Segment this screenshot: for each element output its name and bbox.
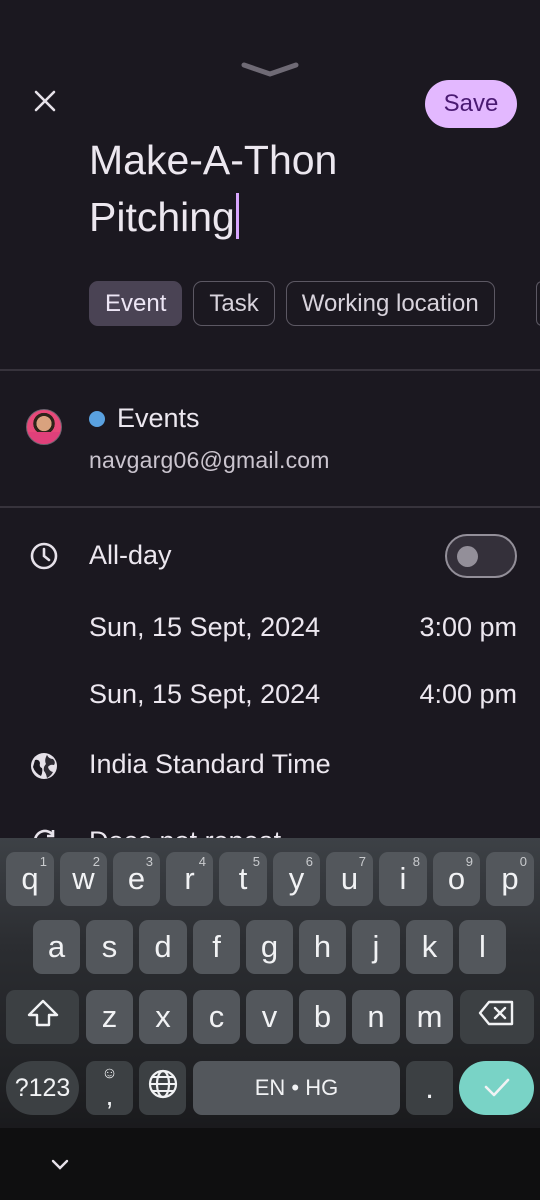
- language-key[interactable]: [139, 1061, 186, 1115]
- backspace-key[interactable]: [460, 990, 534, 1044]
- key-a[interactable]: a: [33, 920, 80, 974]
- space-key[interactable]: EN • HG: [193, 1061, 400, 1115]
- title-line-1: Make-A-Thon: [89, 137, 338, 183]
- enter-check-key[interactable]: [459, 1061, 534, 1115]
- title-line-2: Pitching: [89, 189, 509, 246]
- all-day-label: All-day: [89, 540, 172, 570]
- key-w[interactable]: w2: [60, 852, 107, 906]
- event-type-chips: Event Task Working location: [89, 281, 495, 326]
- start-time[interactable]: 3:00 pm: [419, 612, 517, 643]
- close-button[interactable]: [28, 86, 62, 120]
- toggle-knob: [457, 546, 478, 567]
- key-q[interactable]: q1: [6, 852, 54, 906]
- key-n[interactable]: n: [352, 990, 400, 1044]
- event-title-input[interactable]: Make-A-Thon Pitching: [89, 132, 509, 246]
- divider: [0, 506, 540, 508]
- chip-task[interactable]: Task: [193, 281, 275, 326]
- key-u[interactable]: u7: [326, 852, 373, 906]
- chip-event[interactable]: Event: [89, 281, 183, 326]
- divider: [0, 369, 540, 371]
- key-b[interactable]: b: [299, 990, 346, 1044]
- key-h[interactable]: h: [299, 920, 346, 974]
- timezone-label[interactable]: India Standard Time: [89, 749, 331, 780]
- key-t[interactable]: t5: [219, 852, 267, 906]
- navigation-bar: [0, 1128, 540, 1200]
- backspace-icon: [478, 999, 516, 1035]
- shift-key[interactable]: [6, 990, 79, 1044]
- clock-icon: [29, 541, 59, 571]
- comma-emoji-key[interactable]: ☺ ,: [86, 1061, 133, 1115]
- key-g[interactable]: g: [246, 920, 293, 974]
- save-button[interactable]: Save: [425, 80, 517, 128]
- chip-overflow-edge[interactable]: [536, 281, 540, 326]
- shift-icon: [26, 998, 60, 1036]
- key-y[interactable]: y6: [273, 852, 320, 906]
- avatar: [26, 409, 62, 445]
- period-key[interactable]: .: [406, 1061, 453, 1115]
- end-date[interactable]: Sun, 15 Sept, 2024: [89, 679, 320, 710]
- key-c[interactable]: c: [193, 990, 240, 1044]
- close-icon: [34, 90, 56, 117]
- check-icon: [483, 1070, 511, 1106]
- key-v[interactable]: v: [246, 990, 293, 1044]
- key-m[interactable]: m: [406, 990, 453, 1044]
- end-time[interactable]: 4:00 pm: [419, 679, 517, 710]
- text-cursor: [235, 193, 239, 239]
- key-l[interactable]: l: [459, 920, 506, 974]
- chip-working-location[interactable]: Working location: [285, 281, 495, 326]
- key-s[interactable]: s: [86, 920, 133, 974]
- key-r[interactable]: r4: [166, 852, 213, 906]
- key-f[interactable]: f: [193, 920, 240, 974]
- all-day-toggle[interactable]: [445, 534, 517, 578]
- key-o[interactable]: o9: [433, 852, 480, 906]
- key-z[interactable]: z: [86, 990, 133, 1044]
- key-x[interactable]: x: [139, 990, 187, 1044]
- key-e[interactable]: e3: [113, 852, 160, 906]
- chevron-down-icon: [48, 1159, 72, 1176]
- calendar-name[interactable]: Events: [117, 403, 200, 434]
- globe-icon: [29, 751, 59, 781]
- calendar-color-dot: [89, 411, 105, 427]
- key-p[interactable]: p0: [486, 852, 534, 906]
- start-date[interactable]: Sun, 15 Sept, 2024: [89, 612, 320, 643]
- symbols-key[interactable]: ?123: [6, 1061, 79, 1115]
- sheet-drag-handle[interactable]: [240, 60, 300, 80]
- key-j[interactable]: j: [352, 920, 400, 974]
- hide-keyboard-button[interactable]: [48, 1156, 72, 1177]
- globe-icon: [147, 1068, 179, 1108]
- calendar-email[interactable]: navgarg06@gmail.com: [89, 447, 330, 474]
- key-k[interactable]: k: [406, 920, 453, 974]
- key-d[interactable]: d: [139, 920, 187, 974]
- key-i[interactable]: i8: [379, 852, 427, 906]
